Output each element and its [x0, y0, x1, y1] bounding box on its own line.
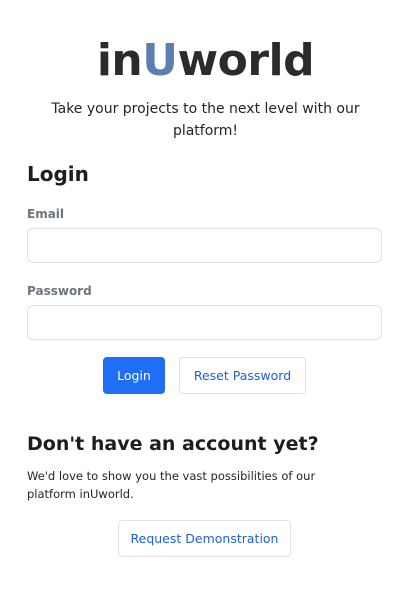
logo-highlight: U — [142, 35, 178, 86]
logo-prefix: in — [96, 35, 143, 86]
signup-description: We'd love to show you the vast possibili… — [27, 469, 316, 501]
reset-password-button[interactable]: Reset Password — [179, 357, 306, 394]
signup-heading: Don't have an account yet? — [27, 433, 319, 455]
email-label: Email — [27, 207, 65, 221]
password-label: Password — [27, 284, 92, 298]
request-demonstration-button[interactable]: Request Demonstration — [118, 520, 291, 557]
login-heading: Login — [27, 162, 89, 186]
email-field[interactable] — [27, 228, 382, 263]
login-page: inUworld Take your projects to the next … — [0, 0, 411, 599]
login-button[interactable]: Login — [103, 357, 165, 394]
password-field[interactable] — [27, 305, 382, 340]
tagline: Take your projects to the next level wit… — [51, 101, 360, 139]
inuworld-logo: inUworld — [0, 36, 411, 86]
logo-suffix: world — [177, 35, 315, 86]
